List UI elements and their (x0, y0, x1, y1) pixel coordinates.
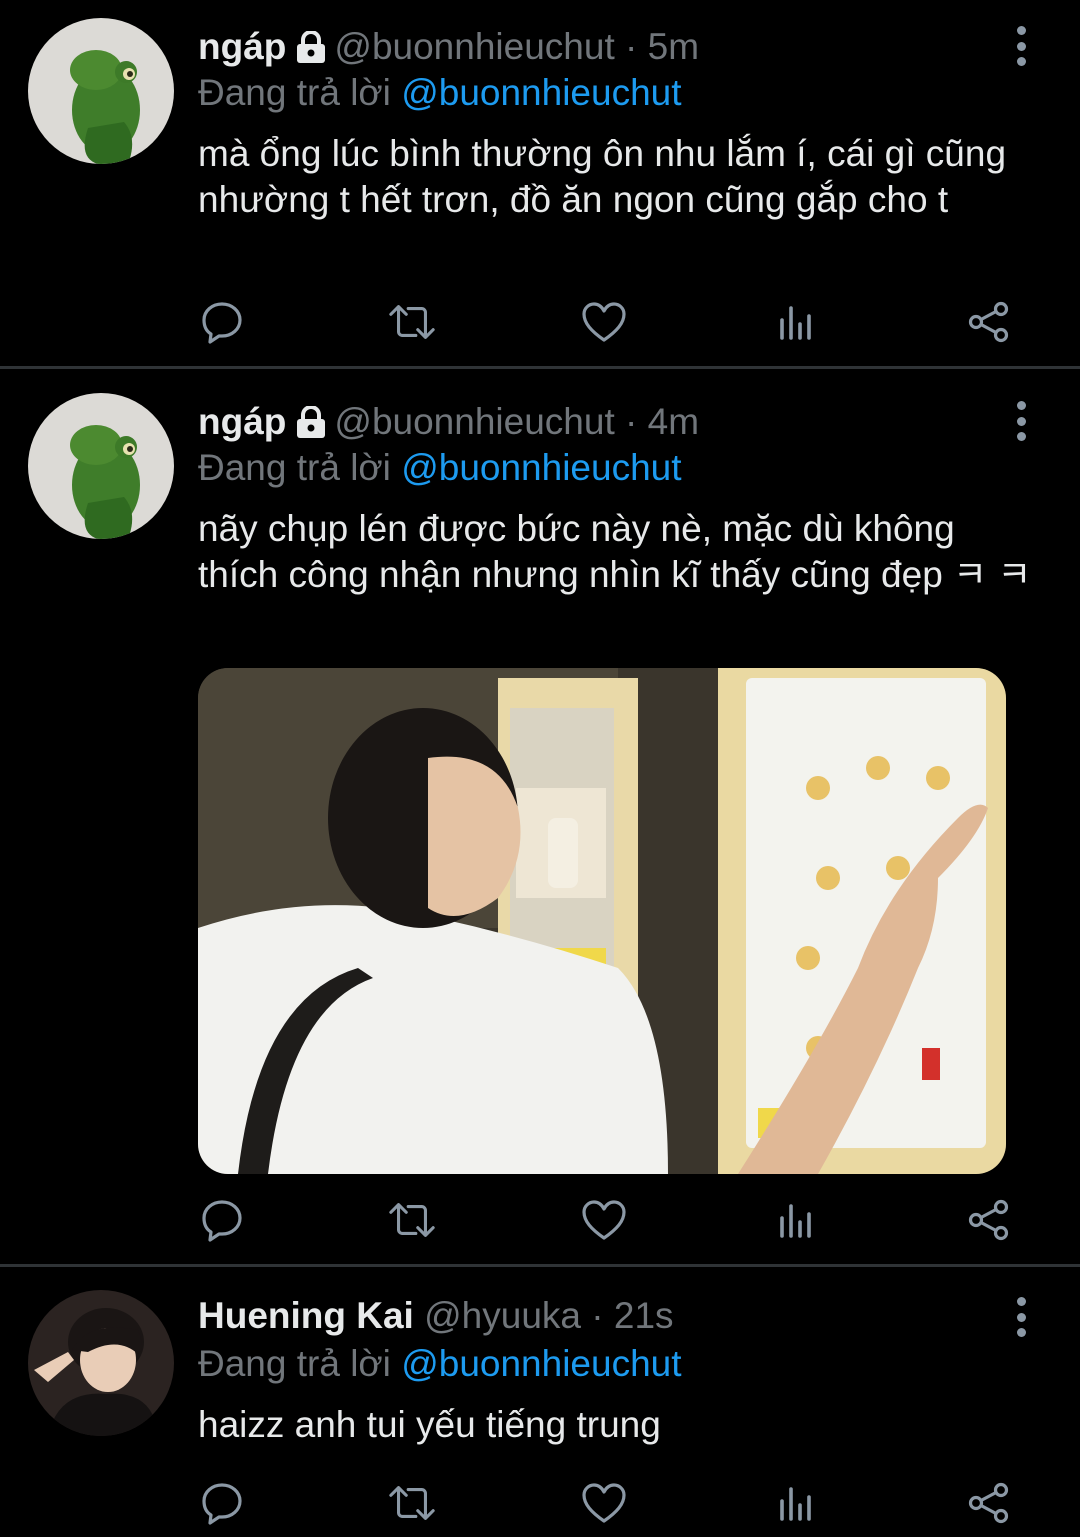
avatar-kermit[interactable] (28, 393, 174, 539)
timestamp[interactable]: 21s (614, 1295, 674, 1336)
more-options-icon[interactable] (1004, 26, 1038, 66)
like-icon[interactable] (579, 1478, 629, 1528)
tweet-2[interactable]: ngáp @buonnhieuchut · 4m Đang trả lời @bu… (0, 370, 1080, 1263)
analytics-icon[interactable] (771, 1195, 821, 1245)
analytics-icon[interactable] (771, 297, 821, 347)
separator: · (625, 401, 638, 442)
avatar-kermit[interactable] (28, 18, 174, 164)
reply-icon[interactable] (197, 1195, 247, 1245)
action-bar (0, 1478, 1080, 1528)
tweet-divider (0, 366, 1080, 369)
tweet-text: nãy chụp lén được bức này nè, mặc dù khô… (198, 508, 1032, 595)
reply-mention-link[interactable]: @buonnhieuchut (401, 1343, 681, 1384)
tweet-photo[interactable] (198, 668, 1006, 1174)
display-name[interactable]: ngáp (198, 401, 286, 442)
retweet-icon[interactable] (387, 1478, 437, 1528)
display-name[interactable]: ngáp (198, 26, 286, 67)
timestamp[interactable]: 4m (648, 401, 699, 442)
tweet-header: ngáp @buonnhieuchut · 4m (198, 399, 699, 449)
replying-to: Đang trả lời @buonnhieuchut (198, 1341, 682, 1387)
action-bar (0, 1195, 1080, 1245)
separator: · (625, 26, 638, 67)
timestamp[interactable]: 5m (648, 26, 699, 67)
like-icon[interactable] (579, 1195, 629, 1245)
more-options-icon[interactable] (1004, 401, 1038, 441)
display-name[interactable]: Huening Kai (198, 1295, 414, 1336)
replying-prefix: Đang trả lời (198, 447, 391, 488)
avatar-huening-kai[interactable] (28, 1290, 174, 1436)
replying-prefix: Đang trả lời (198, 72, 391, 113)
separator: · (591, 1295, 604, 1336)
user-handle[interactable]: @buonnhieuchut (334, 26, 614, 67)
reply-mention-link[interactable]: @buonnhieuchut (401, 72, 681, 113)
action-bar (0, 297, 1080, 347)
like-icon[interactable] (579, 297, 629, 347)
share-icon[interactable] (964, 1195, 1014, 1245)
replying-prefix: Đang trả lời (198, 1343, 391, 1384)
replying-to: Đang trả lời @buonnhieuchut (198, 445, 682, 491)
tweet-3[interactable]: Huening Kai @hyuuka · 21s Đang trả lời @… (0, 1268, 1080, 1537)
analytics-icon[interactable] (771, 1478, 821, 1528)
tweet-text: mà ổng lúc bình thường ôn nhu lắm í, cái… (198, 133, 1007, 220)
share-icon[interactable] (964, 297, 1014, 347)
retweet-icon[interactable] (387, 297, 437, 347)
tweet-header: ngáp @buonnhieuchut · 5m (198, 24, 699, 74)
replying-to: Đang trả lời @buonnhieuchut (198, 70, 682, 116)
reply-icon[interactable] (197, 297, 247, 347)
tweet-1[interactable]: ngáp @buonnhieuchut · 5m Đang trả lời @bu… (0, 0, 1080, 365)
lock-icon (294, 28, 328, 74)
tweet-divider (0, 1264, 1080, 1267)
reply-mention-link[interactable]: @buonnhieuchut (401, 447, 681, 488)
reply-icon[interactable] (197, 1478, 247, 1528)
tweet-header: Huening Kai @hyuuka · 21s (198, 1293, 674, 1339)
tweet-text: haizz anh tui yếu tiếng trung (198, 1404, 661, 1445)
retweet-icon[interactable] (387, 1195, 437, 1245)
more-options-icon[interactable] (1004, 1297, 1038, 1337)
user-handle[interactable]: @buonnhieuchut (334, 401, 614, 442)
share-icon[interactable] (964, 1478, 1014, 1528)
user-handle[interactable]: @hyuuka (424, 1295, 581, 1336)
lock-icon (294, 403, 328, 449)
